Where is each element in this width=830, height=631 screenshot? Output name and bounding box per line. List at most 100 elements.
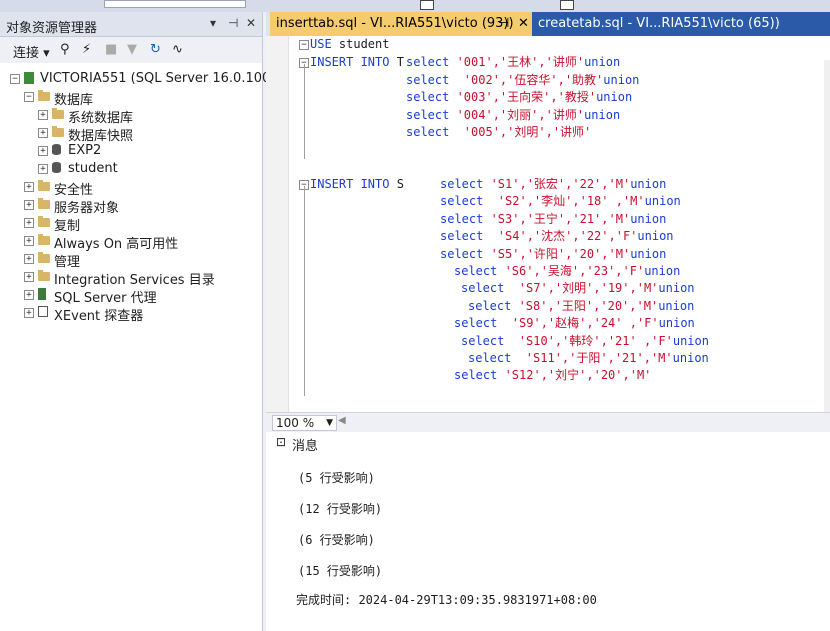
sql-keyword: select <box>406 55 450 69</box>
database-icon <box>52 144 61 155</box>
folder-icon <box>38 90 50 101</box>
messages-tab-label: 消息 <box>292 439 319 454</box>
connect-icon[interactable]: ⚲ <box>60 42 70 57</box>
tab-inserttab[interactable]: inserttab.sql - VI...RIA551\victo (93)) … <box>270 12 538 36</box>
query-editor-area: inserttab.sql - VI...RIA551\victo (93)) … <box>266 12 830 631</box>
zoom-select[interactable]: 100 % ▼ <box>272 415 337 431</box>
sql-keyword: union <box>644 264 681 278</box>
expand-icon[interactable]: + <box>24 200 34 210</box>
toolbar-button[interactable] <box>560 0 574 10</box>
filter-icon[interactable]: ▼ <box>127 42 137 57</box>
disconnect-icon[interactable]: ⚡ <box>82 42 91 57</box>
object-explorer-header: 对象资源管理器 ▾ ⊣ ✕ <box>0 12 262 37</box>
sql-keyword: select <box>454 264 498 278</box>
expand-icon[interactable]: + <box>24 218 34 228</box>
folder-icon <box>38 180 50 191</box>
object-explorer-panel: 对象资源管理器 ▾ ⊣ ✕ 连接 ▾ ⚲ ⚡ ■ ▼ ↻ ∿ − VICTORIA… <box>0 12 291 631</box>
code-line: select 'S7','刘明','19','M'union <box>461 280 695 297</box>
sql-string: '002','伍容华','助教' <box>449 72 604 87</box>
code-line: select 'S8','王阳','20','M'union <box>468 298 694 315</box>
refresh-icon[interactable]: ↻ <box>150 42 161 57</box>
sql-text: student <box>331 37 390 51</box>
completion-time: 完成时间: 2024-04-29T13:09:35.9831971+08:00 <box>296 593 597 607</box>
messages-icon: ⊡ <box>276 435 287 449</box>
toolbar-combo[interactable] <box>104 0 246 8</box>
fold-guide <box>304 64 305 159</box>
folder-icon <box>38 198 50 209</box>
close-icon[interactable]: ✕ <box>246 16 256 30</box>
messages-tab[interactable]: ⊡ 消息 <box>266 432 830 455</box>
chevron-down-icon: ▼ <box>326 418 333 428</box>
sql-keyword: select <box>468 298 512 313</box>
tree-node-label: 服务器对象 <box>54 201 120 216</box>
tree-node-label: XEvent 探查器 <box>54 309 144 324</box>
folder-icon <box>38 216 50 227</box>
connect-button[interactable]: 连接 ▾ <box>13 42 50 61</box>
panel-menu-icon[interactable]: ▾ <box>210 16 216 30</box>
sql-keyword: INSERT INTO <box>310 177 390 191</box>
stop-icon[interactable]: ■ <box>105 42 117 57</box>
sql-keyword: union <box>603 72 640 87</box>
collapse-icon[interactable]: − <box>24 92 34 102</box>
folder-icon <box>52 126 64 137</box>
expand-icon[interactable]: + <box>24 308 34 318</box>
expand-icon[interactable]: + <box>24 254 34 264</box>
tab-close-icon[interactable]: ✕ <box>518 12 529 36</box>
sql-keyword: select <box>454 368 498 383</box>
sql-string: 'S8','王阳','20','M' <box>511 298 659 313</box>
expand-icon[interactable]: + <box>24 290 34 300</box>
expand-icon[interactable]: + <box>38 164 48 174</box>
expand-icon[interactable]: + <box>24 272 34 282</box>
sql-string: 'S5','许阳','20','M' <box>483 246 631 261</box>
code-line: select '004','刘丽','讲师'union <box>406 107 620 124</box>
xevent-icon <box>38 306 48 317</box>
tree-node-label: 数据库 <box>54 93 94 108</box>
tree-node-label: 系统数据库 <box>68 111 134 126</box>
expand-icon[interactable]: + <box>38 128 48 138</box>
tab-createtab[interactable]: createtab.sql - VI...RIA551\victo (65)) <box>532 12 830 36</box>
tree-node-label: EXP2 <box>68 143 102 158</box>
sql-string: 'S10','韩玲','21' ,'F' <box>504 333 673 348</box>
sql-keyword: USE <box>310 37 332 51</box>
sql-string: 'S11','于阳','21','M' <box>511 351 673 365</box>
database-icon <box>52 162 61 173</box>
expand-icon[interactable]: + <box>24 236 34 246</box>
sql-keyword: union <box>630 177 667 191</box>
sql-string: 'S2','李灿','18' ,'M' <box>483 194 645 209</box>
messages-panel: (5 行受影响) (12 行受影响) (6 行受影响) (15 行受影响) 完成时间: … <box>266 454 830 631</box>
sql-keyword: select <box>440 229 484 244</box>
folder-icon <box>38 234 50 245</box>
toolbar-button[interactable] <box>420 0 434 10</box>
tab-pin-icon[interactable]: ⊣ <box>498 12 509 36</box>
activity-monitor-icon[interactable]: ∿ <box>172 42 183 57</box>
sql-keyword: select <box>440 246 484 261</box>
pin-icon[interactable]: ⊣ <box>228 16 238 30</box>
code-line: select 'S3','王宁','21','M'union <box>440 211 666 228</box>
code-line: select 'S4','沈杰','22','F'union <box>440 228 674 245</box>
expand-icon[interactable]: + <box>38 146 48 156</box>
sql-keyword: select <box>406 107 450 122</box>
sql-keyword: union <box>630 211 667 226</box>
sql-string: 'S1','张宏','22','M' <box>483 177 631 191</box>
collapse-region-icon[interactable]: − <box>299 40 309 50</box>
expand-icon[interactable]: + <box>38 110 48 120</box>
sql-keyword: union <box>584 107 621 122</box>
message-line: (12 行受影响) <box>298 502 383 516</box>
sql-code-editor[interactable]: − USE student − INSERT INTO Tselect '001','… <box>266 36 830 436</box>
collapse-icon[interactable]: − <box>10 74 20 84</box>
vertical-scrollbar[interactable] <box>824 60 830 436</box>
object-explorer-toolbar: 连接 ▾ ⚲ ⚡ ■ ▼ ↻ ∿ <box>0 37 262 63</box>
tree-node-label: 安全性 <box>54 183 94 198</box>
sql-keyword: union <box>658 316 695 331</box>
sql-keyword: select <box>461 333 505 348</box>
sql-keyword: union <box>672 333 709 348</box>
tree-node-label: 数据库快照 <box>68 129 134 144</box>
sql-string: 'S3','王宁','21','M' <box>483 211 631 226</box>
expand-icon[interactable]: + <box>24 182 34 192</box>
scroll-left-icon[interactable]: ◀ <box>338 415 346 426</box>
tree-node-label: Always On 高可用性 <box>54 237 179 252</box>
document-tabs: inserttab.sql - VI...RIA551\victo (93)) … <box>266 12 830 36</box>
tree-node-label: 复制 <box>54 219 81 234</box>
sql-string: '001','王林','讲师' <box>449 55 585 69</box>
code-line: select '005','刘明','讲师' <box>406 124 591 141</box>
